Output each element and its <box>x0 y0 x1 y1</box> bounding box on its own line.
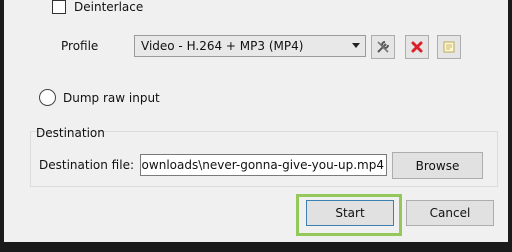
dump-raw-radio[interactable] <box>39 89 56 106</box>
new-profile-button[interactable] <box>437 35 461 59</box>
edit-profile-button[interactable] <box>371 35 395 59</box>
destination-file-value: Downloads\never-gonna-give-you-up.mp4 <box>140 158 384 172</box>
wrench-screwdriver-icon <box>377 41 389 53</box>
destination-file-input[interactable]: Downloads\never-gonna-give-you-up.mp4 <box>140 154 387 176</box>
browse-button[interactable]: Browse <box>392 152 483 179</box>
red-x-icon <box>411 41 423 53</box>
dump-raw-label[interactable]: Dump raw input <box>63 91 160 105</box>
profile-select[interactable]: Video - H.264 + MP3 (MP4) <box>134 35 366 57</box>
chevron-down-icon <box>352 43 360 48</box>
cancel-button[interactable]: Cancel <box>406 200 494 226</box>
start-button-highlight <box>296 194 402 236</box>
deinterlace-checkbox[interactable] <box>52 0 66 14</box>
new-profile-icon <box>443 41 455 53</box>
destination-file-label: Destination file: <box>39 158 134 172</box>
delete-profile-button[interactable] <box>405 35 429 59</box>
profile-select-value: Video - H.264 + MP3 (MP4) <box>141 39 304 53</box>
profile-label: Profile <box>61 39 99 53</box>
deinterlace-label[interactable]: Deinterlace <box>74 0 143 14</box>
destination-group-label: Destination <box>36 126 105 140</box>
convert-dialog: Deinterlace Profile Video - H.264 + MP3 … <box>4 0 508 242</box>
